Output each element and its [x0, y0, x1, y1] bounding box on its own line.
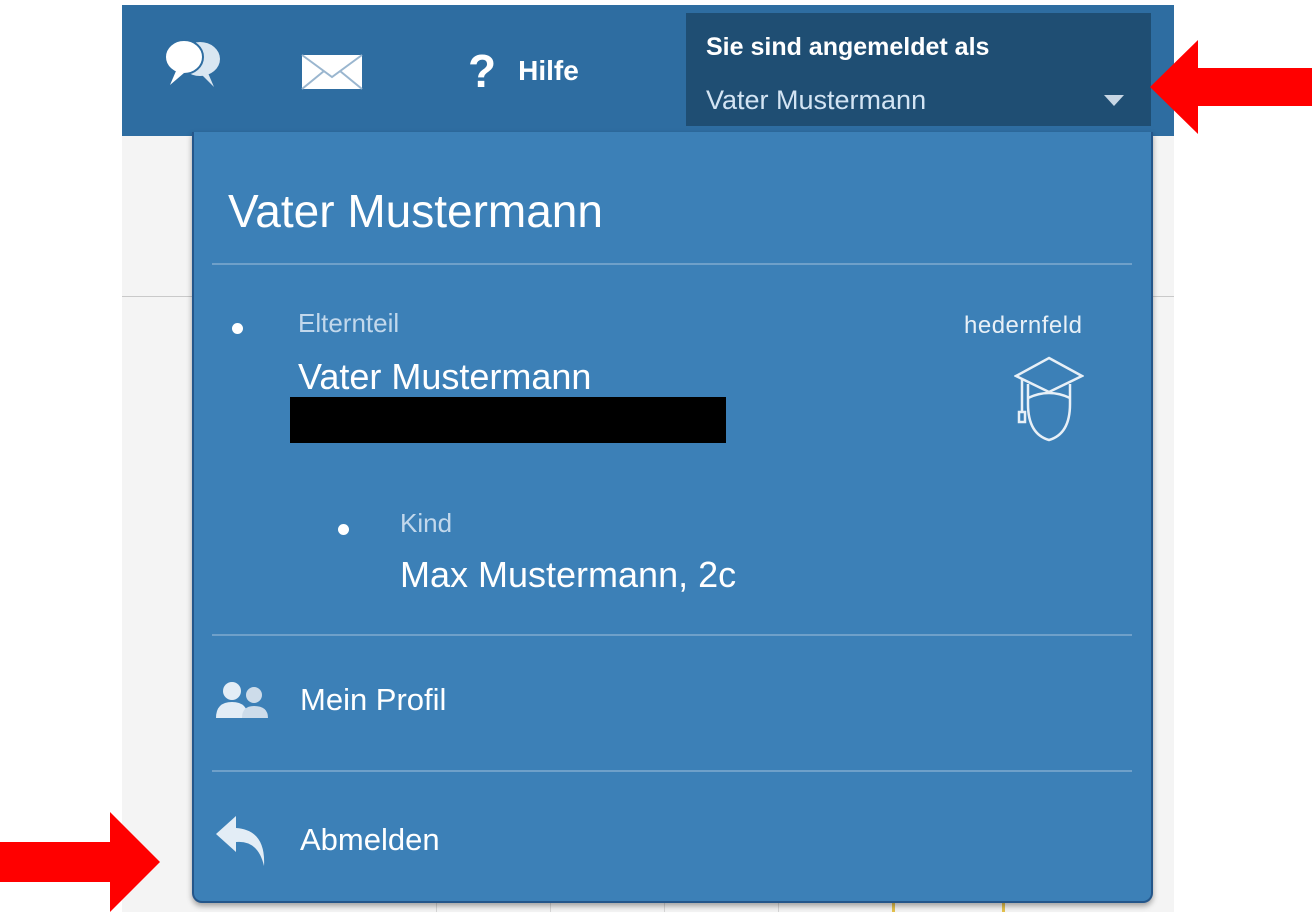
question-mark-icon: ? [468, 45, 497, 97]
divider [212, 263, 1132, 265]
parent-name: Vater Mustermann [298, 356, 592, 397]
users-icon [214, 680, 274, 725]
school-name: hedernfeld [964, 312, 1083, 339]
annotation-arrow-right [0, 812, 160, 917]
divider [212, 634, 1132, 636]
logout-item[interactable]: Abmelden [214, 782, 1132, 892]
graduation-cap-icon [1013, 354, 1085, 444]
caret-down-icon [1104, 95, 1124, 106]
top-navigation-bar: ? Hilfe Sie sind angemeldet als Vater Mu… [122, 5, 1174, 136]
redacted-block [290, 397, 726, 443]
user-dropdown-menu: Vater Mustermann Elternteil Vater Muster… [192, 132, 1153, 903]
user-menu-toggle[interactable]: Sie sind angemeldet als Vater Mustermann [686, 13, 1151, 126]
parent-role-label: Elternteil [298, 308, 400, 338]
bullet-icon [338, 524, 349, 535]
dropdown-title: Vater Mustermann [228, 185, 603, 237]
reply-arrow-icon [214, 810, 274, 875]
my-profile-item[interactable]: Mein Profil [214, 646, 1132, 756]
my-profile-label: Mein Profil [300, 682, 447, 717]
child-name: Max Mustermann, 2c [400, 554, 737, 595]
divider [212, 770, 1132, 772]
help-label: Hilfe [518, 55, 579, 86]
bullet-icon [232, 323, 243, 334]
mail-icon[interactable] [300, 49, 364, 93]
logout-label: Abmelden [300, 822, 440, 857]
help-button[interactable]: ? Hilfe [468, 43, 579, 99]
annotation-arrow-left [1150, 40, 1312, 139]
logged-in-user: Vater Mustermann [706, 85, 927, 115]
logged-in-label: Sie sind angemeldet als [706, 33, 990, 61]
chat-icon[interactable] [162, 33, 226, 97]
child-role-label: Kind [400, 508, 453, 538]
